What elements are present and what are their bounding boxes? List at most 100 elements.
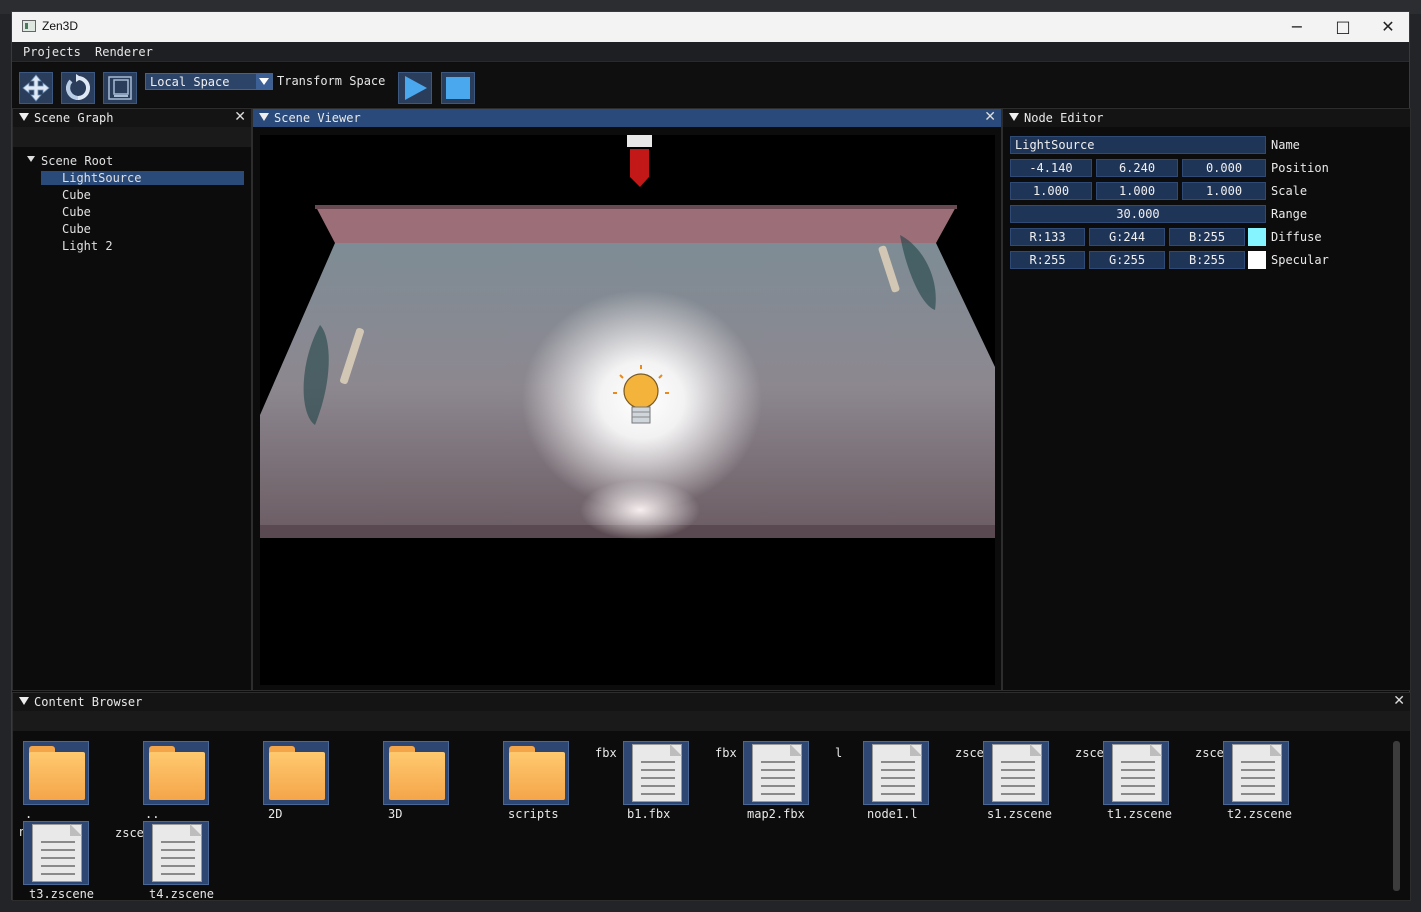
collapse-triangle-icon[interactable] — [19, 697, 29, 705]
folder-item[interactable]: 3D — [383, 741, 493, 821]
folder-label: . — [25, 807, 33, 821]
tree-root[interactable]: Scene Root — [41, 154, 113, 168]
collapse-triangle-icon[interactable] — [259, 113, 269, 121]
file-label: map2.fbx — [747, 807, 805, 821]
diffuse-label: Diffuse — [1271, 230, 1322, 244]
file-label: s1.zscene — [987, 807, 1053, 821]
folder-item[interactable]: .. — [143, 741, 253, 821]
diffuse-g-field[interactable]: G:244 — [1089, 228, 1165, 246]
background-right-strip — [1410, 14, 1421, 912]
scene-graph-panel: Scene Graph ✕ Scene Root LightSource Cub… — [12, 108, 252, 691]
specular-color-swatch[interactable] — [1248, 251, 1266, 269]
folder-label: 2D — [268, 807, 283, 821]
menu-projects[interactable]: Projects — [23, 45, 81, 59]
folder-icon — [23, 741, 89, 805]
tree-item[interactable]: Cube — [62, 205, 91, 219]
space-select-value: Local Space — [150, 75, 230, 89]
tree-item[interactable]: Light 2 — [62, 239, 113, 253]
specular-b-field[interactable]: B:255 — [1169, 251, 1245, 269]
file-item[interactable]: t4.zscene — [143, 821, 253, 901]
specular-label: Specular — [1271, 253, 1329, 267]
close-icon[interactable]: ✕ — [234, 109, 246, 125]
scale-x-field[interactable]: 1.000 — [1010, 182, 1092, 200]
toolbar: Local Space Transform Space — [12, 63, 1409, 107]
collapse-triangle-icon[interactable] — [1009, 113, 1019, 121]
file-ext-label: l — [835, 746, 843, 760]
position-y-field[interactable]: 6.240 — [1096, 159, 1178, 177]
scene-graph-toolbar-strip — [13, 127, 251, 147]
position-z-field[interactable]: 0.000 — [1182, 159, 1266, 177]
close-window-button[interactable]: ✕ — [1365, 12, 1411, 42]
background-left-strip — [0, 14, 11, 912]
specular-g-field[interactable]: G:255 — [1089, 251, 1165, 269]
scale-z-field[interactable]: 1.000 — [1182, 182, 1266, 200]
name-field[interactable]: LightSource — [1010, 136, 1266, 154]
window-title: Zen3D — [42, 19, 79, 33]
position-x-field[interactable]: -4.140 — [1010, 159, 1092, 177]
tree-item-selected[interactable]: LightSource — [41, 171, 244, 185]
maximize-button[interactable]: □ — [1320, 12, 1366, 42]
scene-viewer-title: Scene Viewer — [274, 111, 361, 125]
close-icon[interactable]: ✕ — [984, 109, 996, 125]
close-icon[interactable]: ✕ — [1393, 693, 1405, 709]
file-icon — [983, 741, 1049, 805]
folder-item[interactable]: 2D — [263, 741, 373, 821]
file-icon — [623, 741, 689, 805]
scale-icon — [108, 76, 132, 100]
folder-label: scripts — [508, 807, 559, 821]
file-ext-label: fbx — [715, 746, 737, 760]
tree-item[interactable]: Cube — [62, 188, 91, 202]
content-scrollbar[interactable] — [1393, 741, 1400, 891]
scale-tool-button[interactable] — [103, 72, 137, 104]
file-label: b1.fbx — [627, 807, 671, 821]
node-editor-header[interactable]: Node Editor — [1003, 109, 1410, 127]
folder-icon — [143, 741, 209, 805]
file-label: t3.zscene — [29, 887, 95, 901]
scene-graph-header[interactable]: Scene Graph ✕ — [13, 109, 251, 127]
menu-renderer[interactable]: Renderer — [95, 45, 153, 59]
diffuse-b-field[interactable]: B:255 — [1169, 228, 1245, 246]
folder-icon — [503, 741, 569, 805]
content-browser-header[interactable]: Content Browser ✕ — [13, 693, 1410, 711]
range-label: Range — [1271, 207, 1308, 221]
scale-y-field[interactable]: 1.000 — [1096, 182, 1178, 200]
file-icon — [1223, 741, 1289, 805]
range-field[interactable]: 30.000 — [1010, 205, 1266, 223]
file-icon — [23, 821, 89, 885]
scale-label: Scale — [1271, 184, 1308, 198]
file-item[interactable]: t2.zscene — [1223, 741, 1333, 821]
folder-label: 3D — [388, 807, 403, 821]
minimize-button[interactable]: − — [1274, 12, 1320, 42]
3d-viewport[interactable] — [260, 135, 995, 685]
file-icon — [743, 741, 809, 805]
folder-icon — [383, 741, 449, 805]
scene-viewer-header[interactable]: Scene Viewer ✕ — [253, 109, 1001, 127]
file-label: t4.zscene — [149, 887, 215, 901]
file-icon — [143, 821, 209, 885]
tree-item-label: LightSource — [62, 171, 142, 185]
move-tool-button[interactable] — [19, 72, 53, 104]
chevron-down-icon — [256, 74, 272, 89]
folder-label: .. — [145, 807, 160, 821]
tree-item[interactable]: Cube — [62, 222, 91, 236]
file-label: t2.zscene — [1227, 807, 1293, 821]
rotate-tool-button[interactable] — [61, 72, 95, 104]
content-browser-toolbar-strip — [13, 711, 1410, 731]
node-editor-title: Node Editor — [1024, 111, 1104, 125]
play-button[interactable] — [398, 72, 432, 104]
file-label: t1.zscene — [1107, 807, 1173, 821]
content-browser-panel: Content Browser ✕ . .. 2D 3D scripts fbx — [12, 692, 1411, 901]
menu-bar: Projects Renderer — [12, 42, 1409, 62]
scene-viewer-panel: Scene Viewer ✕ — [252, 108, 1002, 691]
title-bar[interactable]: Zen3D − □ ✕ — [12, 12, 1409, 42]
rotate-icon — [66, 74, 91, 100]
diffuse-r-field[interactable]: R:133 — [1010, 228, 1085, 246]
stop-button[interactable] — [441, 72, 475, 104]
collapse-triangle-icon[interactable] — [19, 113, 29, 121]
diffuse-color-swatch[interactable] — [1248, 228, 1266, 246]
folder-item[interactable]: . — [23, 741, 133, 821]
app-icon — [22, 20, 36, 32]
specular-r-field[interactable]: R:255 — [1010, 251, 1085, 269]
space-select[interactable]: Local Space — [145, 73, 273, 90]
tree-expand-icon[interactable] — [27, 156, 35, 162]
